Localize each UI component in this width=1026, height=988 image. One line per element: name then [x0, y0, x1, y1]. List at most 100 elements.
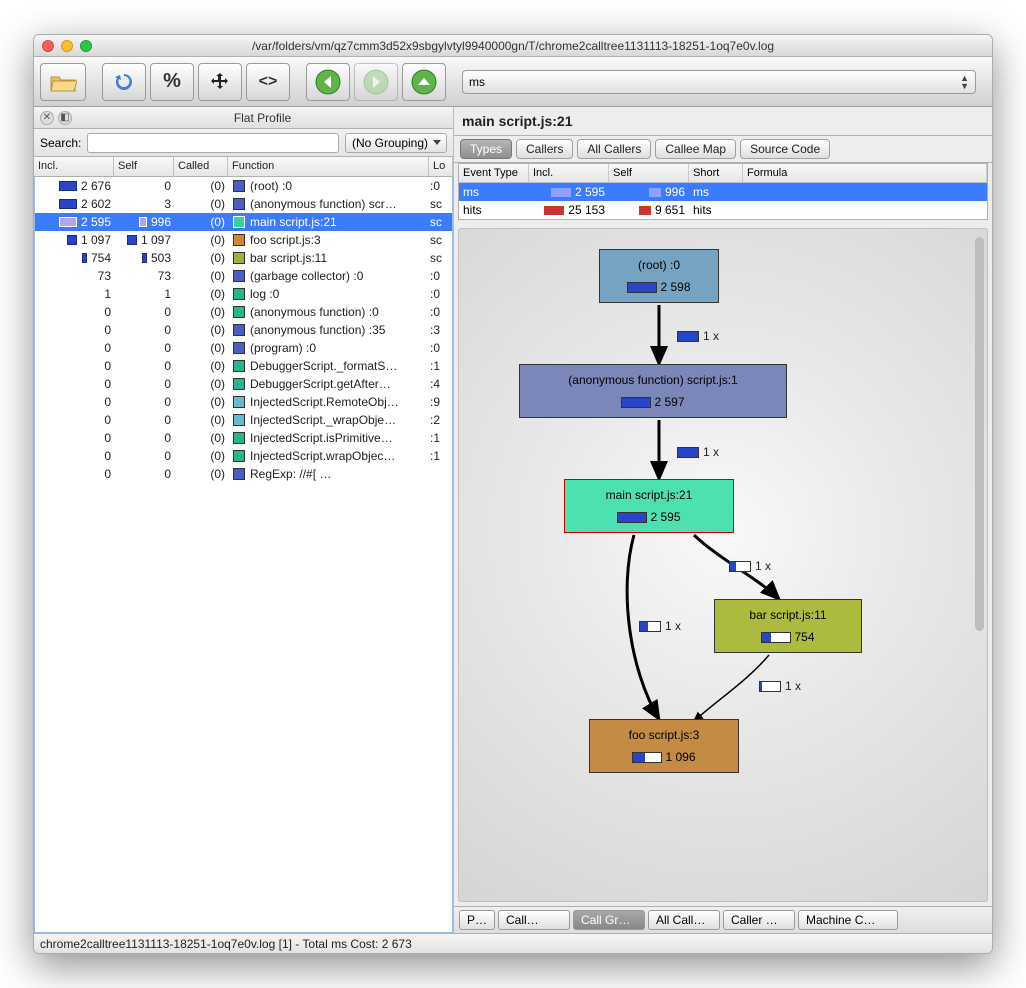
grouping-select[interactable]: (No Grouping)	[345, 133, 447, 153]
table-row[interactable]: 00(0)InjectedScript.RemoteObj…:9	[35, 393, 452, 411]
detail-tabs: TypesCallersAll CallersCallee MapSource …	[454, 136, 992, 163]
zoom-icon[interactable]	[80, 40, 92, 52]
col-location[interactable]: Lo	[429, 157, 453, 176]
flat-profile-columns[interactable]: Incl. Self Called Function Lo	[34, 157, 453, 177]
graph-node[interactable]: (root) :02 598	[599, 249, 719, 303]
table-row[interactable]: 7373(0)(garbage collector) :0:0	[35, 267, 452, 285]
tab-callers[interactable]: Callers	[516, 139, 573, 159]
main-content: ✕ ◧ Flat Profile Search: (No Grouping) I…	[34, 107, 992, 933]
search-input[interactable]	[87, 133, 339, 153]
bottom-tab[interactable]: Call…	[498, 910, 570, 930]
app-window: /var/folders/vm/qz7cmm3d52x9sbgylvtyl994…	[33, 34, 993, 954]
graph-node[interactable]: main script.js:212 595	[564, 479, 734, 533]
tab-types[interactable]: Types	[460, 139, 512, 159]
flat-profile-pane: ✕ ◧ Flat Profile Search: (No Grouping) I…	[34, 107, 454, 933]
color-swatch-icon	[233, 450, 245, 462]
angle-brackets-button[interactable]: <>	[246, 63, 290, 101]
flat-profile-rows[interactable]: 2 6760(0)(root) :0:02 6023(0)(anonymous …	[34, 177, 453, 933]
types-row[interactable]: hits25 1539 651hits	[459, 201, 987, 219]
table-row[interactable]: 11(0)log :0:0	[35, 285, 452, 303]
tab-callee-map[interactable]: Callee Map	[655, 139, 736, 159]
col-incl[interactable]: Incl.	[34, 157, 114, 176]
types-table: Event Type Incl. Self Short Formula ms2 …	[458, 163, 988, 220]
table-row[interactable]: 754503(0)bar script.js:11sc	[35, 249, 452, 267]
color-swatch-icon	[233, 252, 245, 264]
close-panel-icon[interactable]: ✕	[40, 111, 54, 125]
table-row[interactable]: 00(0)RegExp: //#[ …	[35, 465, 452, 483]
color-swatch-icon	[233, 324, 245, 336]
color-swatch-icon	[233, 288, 245, 300]
table-row[interactable]: 2 595996(0)main script.js:21sc	[35, 213, 452, 231]
graph-node[interactable]: (anonymous function) script.js:12 597	[519, 364, 787, 418]
types-row[interactable]: ms2 595996ms	[459, 183, 987, 201]
search-label: Search:	[40, 136, 81, 150]
color-swatch-icon	[233, 306, 245, 318]
col-self[interactable]: Self	[114, 157, 174, 176]
color-swatch-icon	[233, 270, 245, 282]
color-swatch-icon	[233, 216, 245, 228]
chevron-updown-icon: ▲▼	[960, 74, 969, 90]
bottom-tab[interactable]: P…	[459, 910, 495, 930]
grouping-value: (No Grouping)	[352, 136, 428, 150]
toolbar: % <> ms ▲▼	[34, 57, 992, 107]
unit-select-value: ms	[469, 75, 485, 89]
col-called[interactable]: Called	[174, 157, 228, 176]
window-titlebar[interactable]: /var/folders/vm/qz7cmm3d52x9sbgylvtyl994…	[34, 35, 992, 57]
bottom-tab[interactable]: Call Gr…	[573, 910, 645, 930]
graph-edge-label: 1 x	[677, 445, 719, 459]
table-row[interactable]: 00(0)(anonymous function) :0:0	[35, 303, 452, 321]
reload-button[interactable]	[102, 63, 146, 101]
bottom-tab[interactable]: All Call…	[648, 910, 720, 930]
close-icon[interactable]	[42, 40, 54, 52]
table-row[interactable]: 00(0)(program) :0:0	[35, 339, 452, 357]
table-row[interactable]: 1 0971 097(0)foo script.js:3sc	[35, 231, 452, 249]
percent-button[interactable]: %	[150, 63, 194, 101]
unit-select[interactable]: ms ▲▼	[462, 70, 976, 94]
color-swatch-icon	[233, 198, 245, 210]
table-row[interactable]: 00(0)DebuggerScript.getAfter…:4	[35, 375, 452, 393]
tab-all-callers[interactable]: All Callers	[577, 139, 651, 159]
back-button[interactable]	[306, 63, 350, 101]
graph-bottom-tabs: P…Call…Call Gr…All Call…Caller …Machine …	[454, 906, 992, 933]
minimize-icon[interactable]	[61, 40, 73, 52]
table-row[interactable]: 00(0)InjectedScript.wrapObjec…:1	[35, 447, 452, 465]
color-swatch-icon	[233, 234, 245, 246]
table-row[interactable]: 2 6023(0)(anonymous function) scr…sc	[35, 195, 452, 213]
table-row[interactable]: 00(0)(anonymous function) :35:3	[35, 321, 452, 339]
th-event-type[interactable]: Event Type	[459, 164, 529, 182]
graph-scrollbar[interactable]	[975, 237, 984, 893]
call-graph[interactable]: (root) :02 598 (anonymous function) scrip…	[458, 228, 988, 902]
graph-edge-label: 1 x	[639, 619, 681, 633]
th-short[interactable]: Short	[689, 164, 743, 182]
detach-panel-icon[interactable]: ◧	[58, 111, 72, 125]
table-row[interactable]: 2 6760(0)(root) :0:0	[35, 177, 452, 195]
color-swatch-icon	[233, 360, 245, 372]
graph-node[interactable]: foo script.js:31 096	[589, 719, 739, 773]
detail-pane: main script.js:21 TypesCallersAll Caller…	[454, 107, 992, 933]
graph-node[interactable]: bar script.js:11754	[714, 599, 862, 653]
status-bar: chrome2calltree1131113-18251-1oq7e0v.log…	[34, 933, 992, 953]
open-button[interactable]	[40, 63, 86, 101]
traffic-lights	[42, 40, 92, 52]
color-swatch-icon	[233, 342, 245, 354]
window-title: /var/folders/vm/qz7cmm3d52x9sbgylvtyl994…	[92, 39, 984, 53]
graph-edge-label: 1 x	[677, 329, 719, 343]
color-swatch-icon	[233, 414, 245, 426]
status-text: chrome2calltree1131113-18251-1oq7e0v.log…	[40, 937, 412, 951]
th-formula[interactable]: Formula	[743, 164, 987, 182]
bottom-tab[interactable]: Machine C…	[798, 910, 898, 930]
table-row[interactable]: 00(0)DebuggerScript._formatS…:1	[35, 357, 452, 375]
tab-source-code[interactable]: Source Code	[740, 139, 830, 159]
color-swatch-icon	[233, 378, 245, 390]
color-swatch-icon	[233, 432, 245, 444]
move-cursor-button[interactable]	[198, 63, 242, 101]
forward-button[interactable]	[354, 63, 398, 101]
table-row[interactable]: 00(0)InjectedScript.isPrimitive…:1	[35, 429, 452, 447]
up-button[interactable]	[402, 63, 446, 101]
table-row[interactable]: 00(0)InjectedScript._wrapObje…:2	[35, 411, 452, 429]
flat-profile-header: ✕ ◧ Flat Profile	[34, 107, 453, 129]
bottom-tab[interactable]: Caller …	[723, 910, 795, 930]
col-function[interactable]: Function	[228, 157, 429, 176]
th-self[interactable]: Self	[609, 164, 689, 182]
th-incl[interactable]: Incl.	[529, 164, 609, 182]
